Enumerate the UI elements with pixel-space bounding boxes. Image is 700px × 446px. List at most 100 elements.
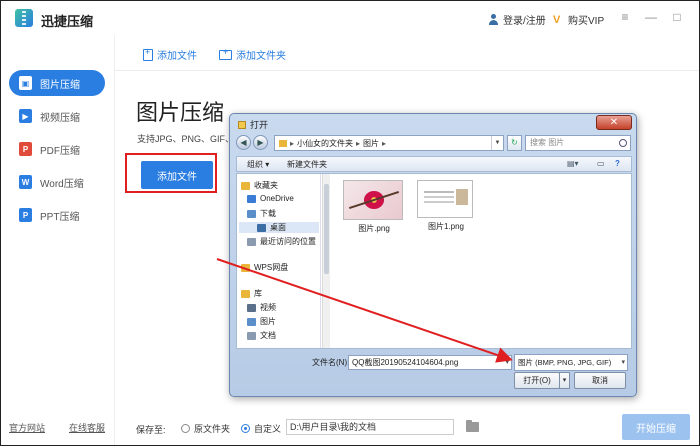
sidebar-item-image[interactable]: ▣ 图片压缩 xyxy=(9,70,105,96)
start-compress-button[interactable]: 开始压缩 xyxy=(622,414,690,440)
nav-item-favorites[interactable]: 收藏夹 xyxy=(241,180,278,191)
bottom-bar: 保存至: 原文件夹 自定义 D:\用户目录\我的文档 开始压缩 xyxy=(115,406,699,445)
document-folder-icon xyxy=(247,331,256,340)
address-bar[interactable]: ▸ 小仙女的文件夹 ▸ 图片 ▸ ▼ xyxy=(274,135,504,151)
folder-icon xyxy=(279,139,287,147)
file-type-select[interactable]: 图片 (BMP, PNG, JPG, GIF) xyxy=(514,354,628,371)
nav-label: 最近访问的位置 xyxy=(260,237,316,246)
filename-input[interactable]: QQ截图20190524104604.png xyxy=(348,355,512,370)
recent-icon xyxy=(247,237,256,246)
help-icon[interactable]: ? xyxy=(615,159,620,168)
radio-label: 原文件夹 xyxy=(194,424,231,434)
breadcrumb-item[interactable]: 图片 xyxy=(363,138,379,149)
add-folder-toolbar-button[interactable]: 添加文件夹 xyxy=(219,47,286,62)
app-logo-icon xyxy=(15,9,33,27)
sidebar-item-label: 视频压缩 xyxy=(40,112,80,124)
open-button[interactable]: 打开(O) xyxy=(514,372,560,389)
nav-item-wps[interactable]: WPS网盘 xyxy=(241,262,288,273)
nav-item-library[interactable]: 库 xyxy=(241,288,262,299)
radio-dot xyxy=(181,424,190,433)
sidebar-item-label: PPT压缩 xyxy=(40,211,80,223)
cloud-icon xyxy=(247,194,256,203)
buy-vip-link[interactable]: V 购买VIP xyxy=(553,12,604,27)
nav-label: 下载 xyxy=(260,209,276,218)
window-controls: ≡ — □ ✕ xyxy=(619,11,699,23)
menu-icon[interactable]: ≡ xyxy=(619,11,631,23)
library-icon xyxy=(241,289,250,298)
dialog-title-bar: 打开 xyxy=(238,118,268,131)
refresh-icon[interactable]: ↻ xyxy=(507,135,522,151)
filename-label: 文件名(N): xyxy=(312,358,350,367)
browse-folder-icon[interactable] xyxy=(466,420,479,432)
dialog-close-button[interactable]: ✕ xyxy=(596,115,632,130)
sidebar-item-pdf[interactable]: P PDF压缩 xyxy=(9,136,105,162)
star-icon xyxy=(241,181,250,190)
sidebar-item-label: PDF压缩 xyxy=(40,145,80,157)
add-folder-label: 添加文件夹 xyxy=(236,51,286,62)
maximize-icon[interactable]: □ xyxy=(671,11,683,23)
dialog-search-input[interactable]: 搜索 图片 xyxy=(525,135,631,151)
breadcrumb-item[interactable]: 小仙女的文件夹 xyxy=(297,138,353,149)
dialog-body: 收藏夹 OneDrive 下载 桌面 最近访问的位置 WPS网盘 库 视频 图片… xyxy=(236,173,632,349)
image-icon: ▣ xyxy=(19,76,32,90)
nav-label: WPS网盘 xyxy=(254,263,289,272)
nav-item-documents[interactable]: 文档 xyxy=(247,330,276,341)
chevron-down-icon[interactable]: ▼ xyxy=(491,136,503,150)
wps-drive-icon xyxy=(241,263,250,272)
radio-original-folder[interactable]: 原文件夹 xyxy=(181,422,230,435)
nav-label: OneDrive xyxy=(260,194,294,203)
dialog-nav-row: ◀ ▶ ▸ 小仙女的文件夹 ▸ 图片 ▸ ▼ ↻ 搜索 图片 xyxy=(236,135,632,153)
word-icon: W xyxy=(19,175,32,189)
nav-item-onedrive[interactable]: OneDrive xyxy=(247,194,294,203)
dialog-folder-icon xyxy=(238,120,246,129)
add-folder-icon xyxy=(219,47,232,60)
nav-item-recent[interactable]: 最近访问的位置 xyxy=(247,236,316,247)
nav-label: 桌面 xyxy=(270,223,286,232)
online-support-link[interactable]: 在线客服 xyxy=(69,421,105,434)
desktop-icon xyxy=(257,223,266,232)
add-file-label: 添加文件 xyxy=(157,51,197,62)
nav-label: 图片 xyxy=(260,317,276,326)
back-icon[interactable]: ◀ xyxy=(236,135,251,150)
add-file-toolbar-button[interactable]: 添加文件 xyxy=(143,47,197,62)
minimize-icon[interactable]: — xyxy=(645,11,657,23)
scroll-thumb[interactable] xyxy=(324,184,329,274)
save-to-label: 保存至: xyxy=(136,425,166,435)
official-site-link[interactable]: 官方网站 xyxy=(9,421,45,434)
video-icon: ▶ xyxy=(19,109,32,123)
login-link[interactable]: 登录/注册 xyxy=(488,12,546,27)
save-path-input[interactable]: D:\用户目录\我的文档 xyxy=(286,419,454,435)
nav-label: 收藏夹 xyxy=(254,181,278,190)
file-item[interactable]: 图片1.png xyxy=(415,180,477,234)
supported-formats-text: 支持JPG、PNG、GIF、B xyxy=(137,134,241,144)
forward-icon[interactable]: ▶ xyxy=(253,135,268,150)
open-file-dialog: 打开 ✕ ◀ ▶ ▸ 小仙女的文件夹 ▸ 图片 ▸ ▼ ↻ 搜索 图片 组织 ▾… xyxy=(229,113,637,397)
video-folder-icon xyxy=(247,303,256,312)
radio-custom-folder[interactable]: 自定义 xyxy=(241,422,281,435)
image-thumbnail xyxy=(417,180,473,218)
dialog-command-bar: 组织 ▾ 新建文件夹 ▤▾ ▭ ? xyxy=(236,156,632,172)
sidebar-item-label: 图片压缩 xyxy=(40,79,80,91)
preview-pane-icon[interactable]: ▭ xyxy=(597,159,605,168)
sidebar-item-ppt[interactable]: P PPT压缩 xyxy=(9,202,105,228)
radio-label: 自定义 xyxy=(254,424,282,434)
cancel-button[interactable]: 取消 xyxy=(574,372,626,389)
nav-item-downloads[interactable]: 下载 xyxy=(247,208,276,219)
toolbar: 添加文件 添加文件夹 xyxy=(115,35,699,71)
open-dropdown-icon[interactable]: ▾ xyxy=(559,372,570,389)
sidebar-item-word[interactable]: W Word压缩 xyxy=(9,169,105,195)
new-folder-button[interactable]: 新建文件夹 xyxy=(287,159,327,170)
pdf-icon: P xyxy=(19,142,32,156)
nav-item-desktop[interactable]: 桌面 xyxy=(239,222,319,233)
vip-icon: V xyxy=(553,13,561,26)
nav-label: 库 xyxy=(254,289,262,298)
organize-menu[interactable]: 组织 ▾ xyxy=(247,159,269,170)
sidebar-item-video[interactable]: ▶ 视频压缩 xyxy=(9,103,105,129)
ppt-icon: P xyxy=(19,208,32,222)
nav-scrollbar[interactable] xyxy=(322,174,330,348)
nav-item-pictures[interactable]: 图片 xyxy=(247,316,276,327)
nav-item-videos[interactable]: 视频 xyxy=(247,302,276,313)
file-item[interactable]: 图片.png xyxy=(343,180,405,234)
view-options-icon[interactable]: ▤▾ xyxy=(567,159,579,168)
add-file-button[interactable]: 添加文件 xyxy=(141,161,213,189)
